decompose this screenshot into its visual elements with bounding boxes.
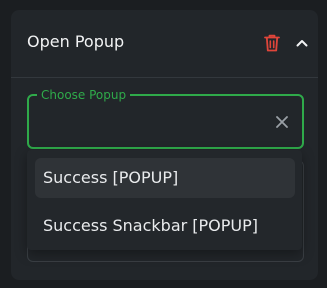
option-success-snackbar-popup[interactable]: Success Snackbar [POPUP]: [35, 206, 295, 246]
choose-popup-label: Choose Popup: [37, 87, 131, 103]
popup-options-dropdown: Success [POPUP] Success Snackbar [POPUP]: [27, 150, 302, 250]
choose-popup-input[interactable]: [39, 106, 263, 138]
chevron-up-icon[interactable]: [295, 35, 309, 49]
option-success-popup[interactable]: Success [POPUP]: [35, 158, 295, 198]
panel-header: Open Popup: [11, 10, 318, 78]
choose-popup-select[interactable]: Choose Popup: [27, 87, 304, 149]
close-icon[interactable]: [275, 114, 289, 128]
panel-title: Open Popup: [27, 32, 125, 51]
trash-icon[interactable]: [263, 33, 281, 53]
